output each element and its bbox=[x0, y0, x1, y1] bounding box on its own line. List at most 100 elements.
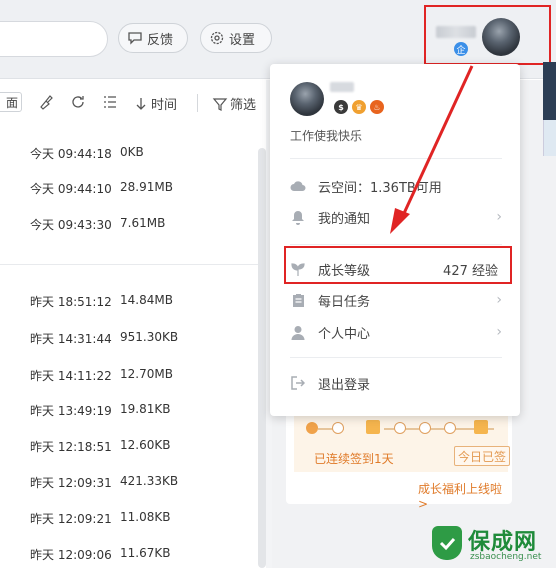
file-row[interactable]: 昨天 13:49:19 19.81KB bbox=[0, 402, 260, 422]
user-dropdown-menu: $ ♛ ♨ 工作使我快乐 云空间：1.36TB可用 我的通知 › 成长等级 42… bbox=[270, 64, 520, 416]
sign-in-card: 已连续签到1天 今日已签 成长福利上线啦> bbox=[286, 404, 512, 511]
menu-divider bbox=[290, 244, 502, 245]
personal-center-item[interactable]: 个人中心 › bbox=[290, 320, 502, 344]
file-time: 昨天 12:09:21 bbox=[30, 512, 112, 526]
file-row[interactable]: 今天 09:44:18 0KB bbox=[0, 145, 260, 165]
sort-time-label: 时间 bbox=[151, 98, 178, 113]
file-size: 14.84MB bbox=[120, 293, 173, 307]
view-mode-button[interactable]: 面 bbox=[0, 92, 22, 112]
daily-tasks-label: 每日任务 bbox=[318, 294, 371, 310]
view-mode-label: 面 bbox=[5, 95, 18, 110]
clipboard-icon bbox=[292, 293, 304, 307]
feedback-button[interactable]: 反馈 bbox=[118, 23, 188, 53]
file-size: 11.67KB bbox=[120, 546, 171, 560]
file-row[interactable]: 昨天 12:09:31 421.33KB bbox=[0, 474, 260, 494]
username-blurred bbox=[330, 82, 354, 92]
user-signature: 工作使我快乐 bbox=[290, 129, 363, 143]
file-size: 7.61MB bbox=[120, 216, 166, 230]
watermark-url: zsbaocheng.net bbox=[470, 552, 542, 562]
list-view-button[interactable] bbox=[102, 94, 118, 110]
refresh-icon bbox=[72, 96, 84, 108]
growth-benefits-link[interactable]: 成长福利上线啦> bbox=[418, 480, 512, 511]
brush-icon bbox=[40, 95, 53, 110]
gear-icon bbox=[210, 31, 224, 45]
growth-level-highlight bbox=[284, 246, 512, 284]
background-window-strip-light bbox=[543, 120, 556, 156]
shield-logo-icon bbox=[432, 526, 462, 560]
cloud-space-label: 云空间：1.36TB可用 bbox=[318, 180, 442, 196]
menu-divider bbox=[290, 357, 502, 358]
search-input[interactable] bbox=[0, 21, 108, 57]
file-time: 昨天 13:49:19 bbox=[30, 404, 112, 418]
fire-badge-icon: ♨ bbox=[370, 100, 384, 114]
sign-in-progress-area: 已连续签到1天 今日已签 bbox=[294, 408, 510, 472]
file-time: 昨天 14:31:44 bbox=[30, 332, 112, 346]
file-time: 昨天 14:11:22 bbox=[30, 369, 112, 383]
arrow-down-icon bbox=[136, 97, 146, 110]
file-size: 28.91MB bbox=[120, 180, 173, 194]
gift-icon bbox=[474, 420, 488, 434]
sign-day-dot bbox=[444, 422, 456, 434]
person-icon bbox=[291, 325, 305, 340]
sign-day-dot bbox=[306, 422, 318, 434]
site-watermark: 保成网 zsbaocheng.net bbox=[428, 520, 556, 568]
dropdown-avatar[interactable] bbox=[290, 82, 324, 116]
cloud-space-item[interactable]: 云空间：1.36TB可用 bbox=[290, 174, 502, 198]
file-size: 951.30KB bbox=[120, 330, 179, 344]
file-time: 今天 09:44:18 bbox=[30, 147, 112, 161]
file-row[interactable]: 昨天 12:09:06 11.67KB bbox=[0, 546, 260, 566]
signed-today-button[interactable]: 今日已签 bbox=[454, 446, 510, 466]
file-time: 昨天 18:51:12 bbox=[30, 295, 112, 309]
logout-icon bbox=[291, 376, 305, 390]
notifications-item[interactable]: 我的通知 › bbox=[290, 205, 502, 229]
sign-day-dot bbox=[332, 422, 344, 434]
filter-label: 筛选 bbox=[230, 98, 257, 113]
menu-divider bbox=[290, 158, 502, 159]
file-time: 昨天 12:18:51 bbox=[30, 440, 112, 454]
file-size: 0KB bbox=[120, 145, 144, 159]
gift-icon bbox=[366, 420, 380, 434]
file-size: 421.33KB bbox=[120, 474, 179, 488]
file-row[interactable]: 今天 09:44:10 28.91MB bbox=[0, 180, 260, 200]
feedback-label: 反馈 bbox=[147, 32, 174, 48]
filter-button[interactable]: 筛选 bbox=[212, 94, 256, 113]
chat-bubble-icon bbox=[128, 32, 142, 45]
chevron-right-icon: › bbox=[496, 292, 502, 308]
logout-label: 退出登录 bbox=[318, 377, 371, 393]
cloud-icon bbox=[290, 181, 306, 191]
file-time: 今天 09:43:30 bbox=[30, 218, 112, 232]
file-time: 昨天 12:09:31 bbox=[30, 476, 112, 490]
logout-item[interactable]: 退出登录 bbox=[290, 371, 502, 395]
sign-day-dot bbox=[394, 422, 406, 434]
file-row[interactable]: 昨天 14:11:22 12.70MB bbox=[0, 367, 260, 387]
list-icon bbox=[104, 96, 116, 108]
crown-badge-icon: ♛ bbox=[352, 100, 366, 114]
settings-button[interactable]: 设置 bbox=[200, 23, 272, 53]
file-row[interactable]: 昨天 14:31:44 951.30KB bbox=[0, 330, 260, 350]
sign-streak-text: 已连续签到1天 bbox=[314, 452, 394, 466]
file-list-scrollbar[interactable] bbox=[258, 148, 266, 568]
file-size: 12.70MB bbox=[120, 367, 173, 381]
chevron-right-icon: › bbox=[496, 209, 502, 225]
file-size: 11.08KB bbox=[120, 510, 171, 524]
bell-icon bbox=[292, 210, 304, 225]
level-badge-icon: $ bbox=[334, 100, 348, 114]
sort-by-time-button[interactable]: 时间 bbox=[134, 94, 177, 113]
file-row[interactable]: 今天 09:43:30 7.61MB bbox=[0, 216, 260, 236]
sign-day-dot bbox=[419, 422, 431, 434]
file-size: 12.60KB bbox=[120, 438, 171, 452]
clean-button[interactable] bbox=[38, 94, 54, 110]
file-row[interactable]: 昨天 12:09:21 11.08KB bbox=[0, 510, 260, 530]
file-row[interactable]: 昨天 12:18:51 12.60KB bbox=[0, 438, 260, 458]
refresh-button[interactable] bbox=[70, 94, 86, 110]
file-row[interactable]: 昨天 18:51:12 14.84MB bbox=[0, 293, 260, 313]
date-group-divider bbox=[0, 264, 260, 265]
notifications-label: 我的通知 bbox=[318, 211, 371, 227]
file-time: 昨天 12:09:06 bbox=[30, 548, 112, 562]
chevron-right-icon: › bbox=[496, 324, 502, 340]
daily-tasks-item[interactable]: 每日任务 › bbox=[290, 288, 502, 312]
personal-center-label: 个人中心 bbox=[318, 326, 371, 342]
user-chip-highlight bbox=[424, 5, 551, 65]
filter-icon bbox=[212, 97, 228, 111]
file-toolbar: 面 时间 筛选 bbox=[0, 90, 270, 118]
